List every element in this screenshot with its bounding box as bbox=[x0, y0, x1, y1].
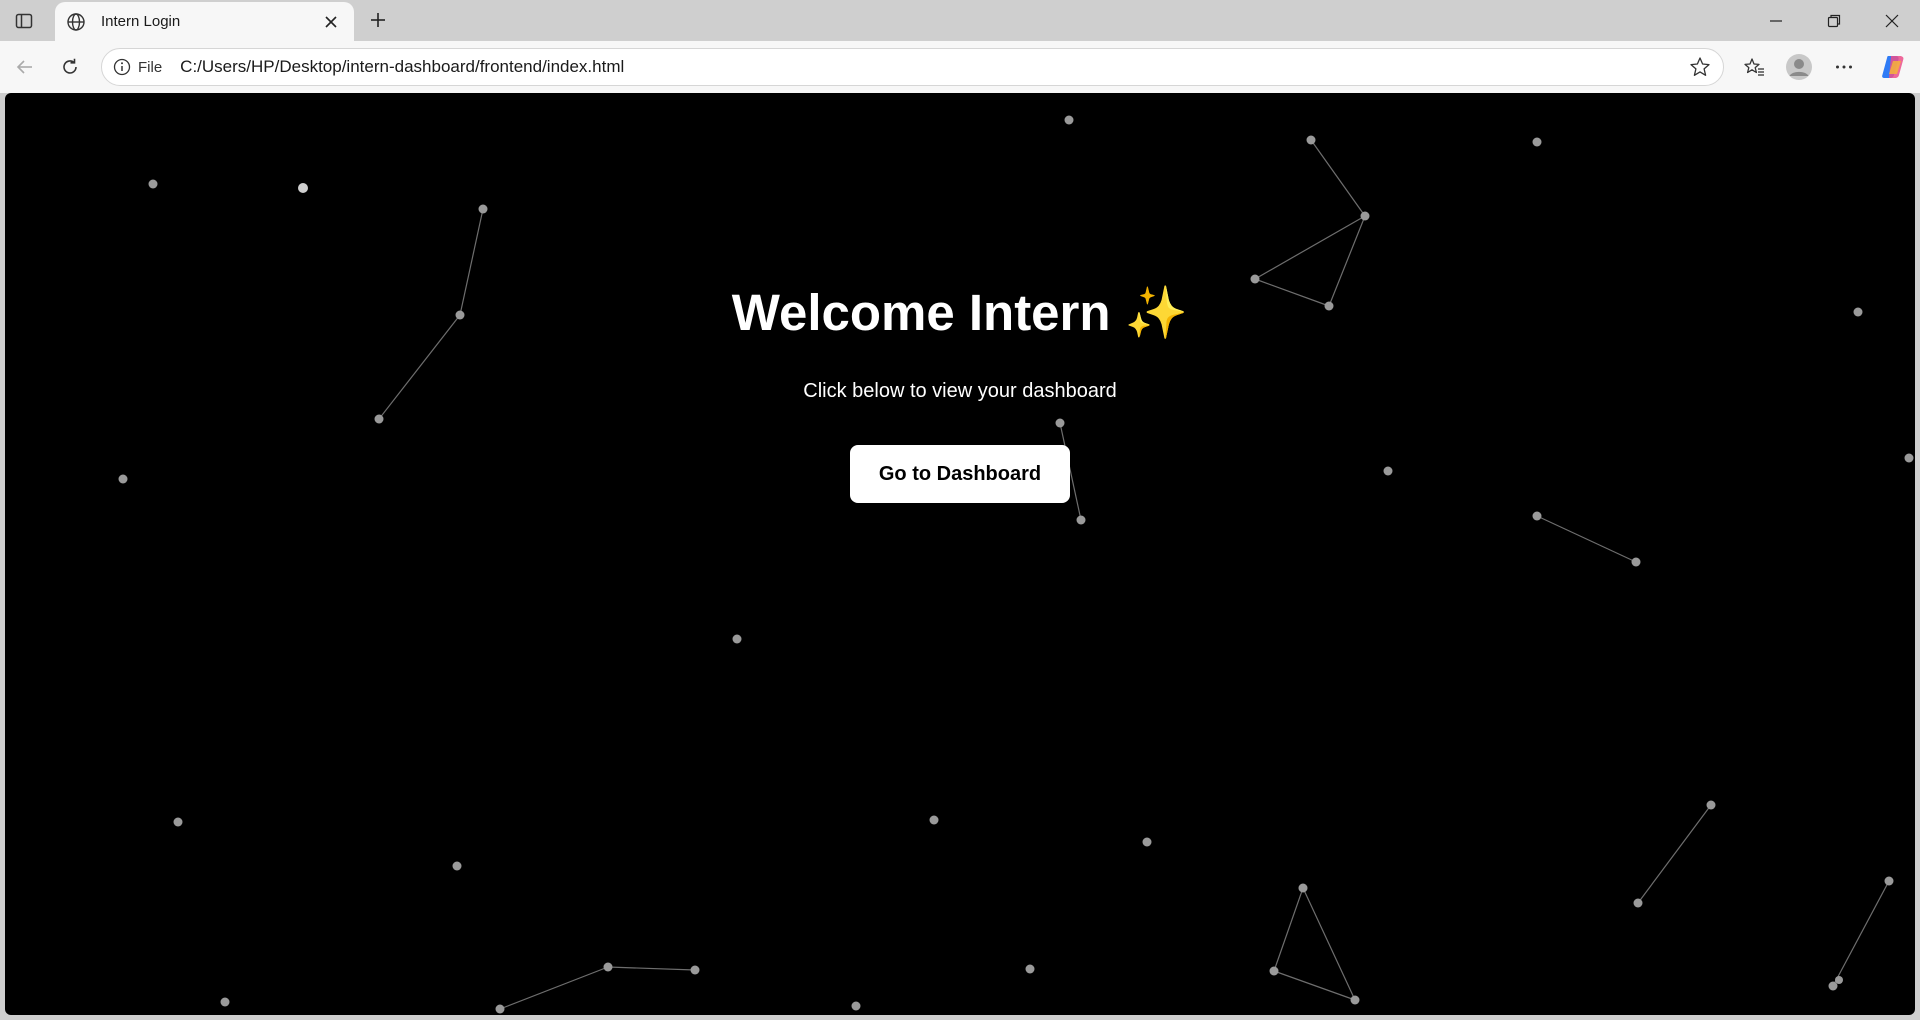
particle bbox=[495, 1004, 505, 1014]
minimize-icon[interactable] bbox=[1748, 0, 1804, 41]
close-tab-icon[interactable] bbox=[320, 11, 342, 33]
sparkles-icon: ✨ bbox=[1124, 284, 1189, 341]
particle bbox=[173, 817, 183, 827]
particle bbox=[374, 414, 384, 424]
page-subtitle: Click below to view your dashboard bbox=[803, 380, 1117, 402]
particle bbox=[1306, 135, 1316, 145]
particle bbox=[1631, 557, 1641, 567]
particle bbox=[1828, 981, 1838, 991]
particle-link bbox=[1302, 887, 1356, 1001]
profile-avatar-icon[interactable] bbox=[1782, 50, 1816, 84]
particle bbox=[1025, 964, 1035, 974]
particle bbox=[220, 997, 230, 1007]
more-options-icon[interactable] bbox=[1827, 50, 1861, 84]
particle-link bbox=[607, 966, 696, 971]
back-arrow-icon[interactable] bbox=[8, 50, 42, 84]
particle bbox=[1835, 976, 1843, 984]
particle bbox=[929, 815, 939, 825]
tab-strip: Intern Login bbox=[0, 0, 1920, 41]
favorites-icon[interactable] bbox=[1737, 50, 1771, 84]
sidebar-toggle-icon[interactable] bbox=[10, 8, 38, 34]
particle bbox=[478, 204, 488, 214]
particle bbox=[1298, 883, 1308, 893]
particle bbox=[1269, 966, 1279, 976]
particle bbox=[1055, 418, 1065, 428]
particle-link bbox=[1310, 139, 1366, 217]
particle-link bbox=[499, 966, 609, 1010]
globe-icon bbox=[65, 11, 87, 33]
particle-background bbox=[118, 115, 1914, 1014]
particle bbox=[1383, 466, 1393, 476]
scheme-label: File bbox=[138, 58, 163, 76]
particle bbox=[148, 179, 158, 189]
particle bbox=[1532, 511, 1542, 521]
browser-toolbar: File C:/Users/HP/Desktop/intern-dashboar… bbox=[0, 41, 1920, 93]
particle bbox=[603, 962, 613, 972]
particle-link bbox=[1536, 515, 1637, 563]
particle bbox=[298, 183, 308, 193]
particle bbox=[851, 1001, 861, 1011]
close-window-icon[interactable] bbox=[1864, 0, 1920, 41]
particle bbox=[1706, 800, 1716, 810]
favorite-star-icon[interactable] bbox=[1683, 50, 1717, 84]
restore-icon[interactable] bbox=[1806, 0, 1862, 41]
particle bbox=[690, 965, 700, 975]
particle bbox=[452, 861, 462, 871]
particle-link bbox=[1273, 887, 1304, 972]
particle bbox=[1064, 115, 1074, 125]
particle-link bbox=[1637, 804, 1712, 904]
copilot-icon[interactable] bbox=[1876, 50, 1910, 84]
address-bar[interactable]: File C:/Users/HP/Desktop/intern-dashboar… bbox=[101, 48, 1724, 86]
new-tab-icon[interactable] bbox=[364, 6, 392, 34]
page-viewport: Welcome Intern ✨ Click below to view you… bbox=[5, 93, 1915, 1015]
refresh-icon[interactable] bbox=[53, 50, 87, 84]
particle bbox=[1884, 876, 1894, 886]
url-text[interactable]: C:/Users/HP/Desktop/intern-dashboard/fro… bbox=[180, 57, 1683, 77]
particle bbox=[732, 634, 742, 644]
particle-link bbox=[1832, 880, 1890, 987]
particle bbox=[1360, 211, 1370, 221]
particle bbox=[1904, 453, 1914, 463]
particle-link bbox=[1254, 215, 1366, 280]
page-title-text: Welcome Intern bbox=[731, 284, 1111, 341]
page-title: Welcome Intern ✨ bbox=[5, 283, 1915, 343]
particle bbox=[1076, 515, 1086, 525]
particle bbox=[1633, 898, 1643, 908]
tab-title: Intern Login bbox=[101, 13, 181, 30]
particle bbox=[118, 474, 128, 484]
particle bbox=[1532, 137, 1542, 147]
go-to-dashboard-button[interactable]: Go to Dashboard bbox=[850, 445, 1070, 503]
particle bbox=[1142, 837, 1152, 847]
particle bbox=[1350, 995, 1360, 1005]
info-icon[interactable] bbox=[112, 57, 132, 77]
active-tab[interactable]: Intern Login bbox=[55, 2, 354, 41]
particle-link bbox=[1273, 970, 1356, 1001]
